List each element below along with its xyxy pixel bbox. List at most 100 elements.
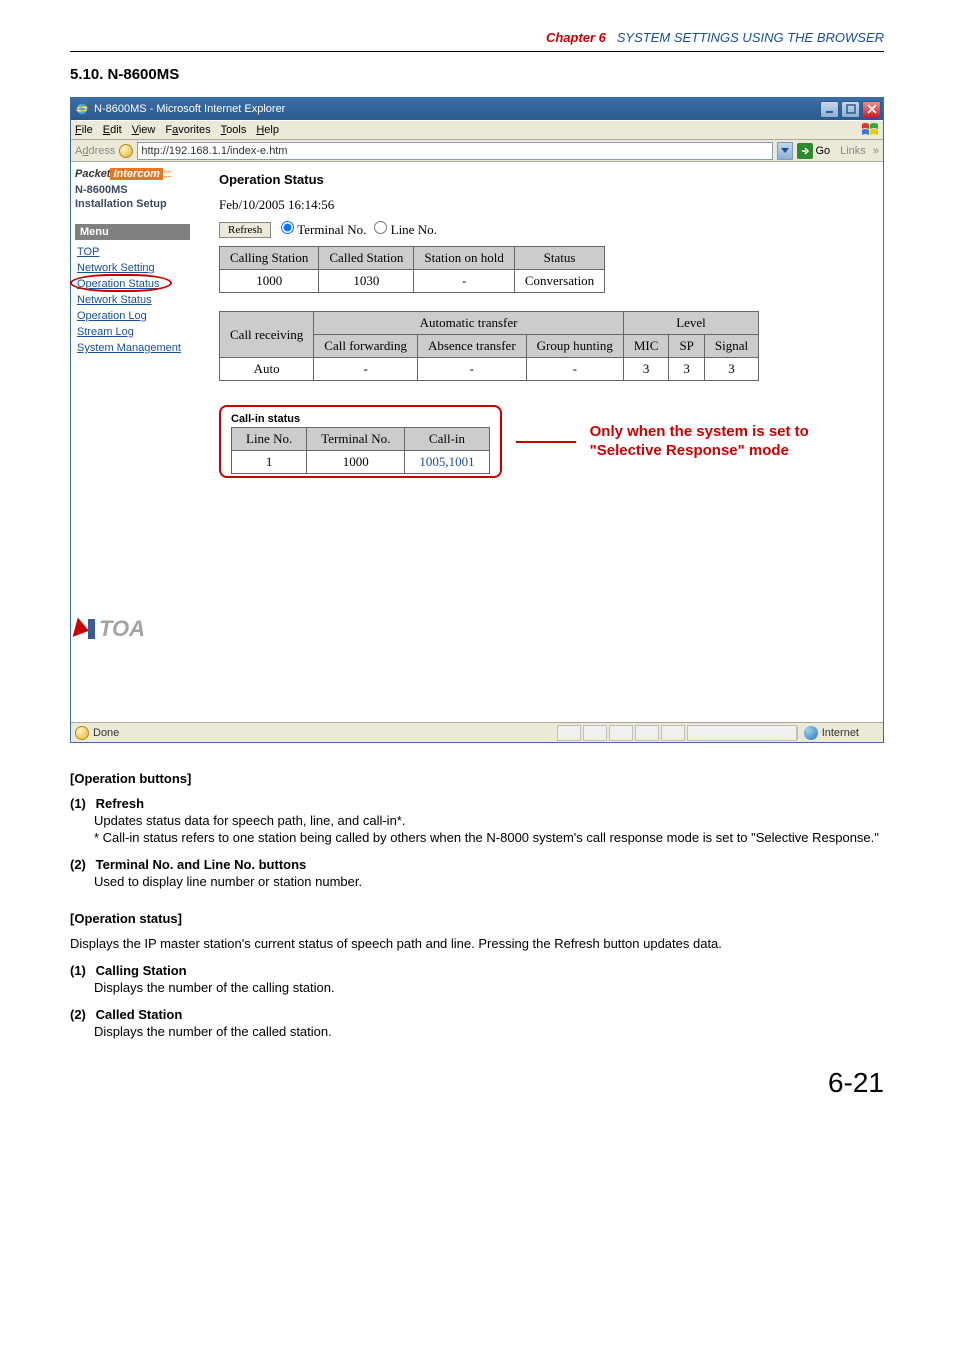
close-button[interactable] (862, 101, 881, 118)
menu-tools[interactable]: Tools (221, 124, 247, 136)
item-title-termline: Terminal No. and Line No. buttons (96, 857, 307, 872)
th-called: Called Station (319, 247, 414, 270)
th-gh: Group hunting (526, 335, 623, 358)
nav-stream-log[interactable]: Stream Log (75, 324, 199, 340)
links-label[interactable]: Links (840, 145, 866, 157)
go-label: Go (815, 145, 830, 157)
content-pane: Operation Status Feb/10/2005 16:14:56 Re… (203, 162, 883, 722)
item-text-calling: Displays the number of the calling stati… (94, 980, 884, 995)
item-num: (1) (70, 796, 92, 811)
brand-intercom: Intercom (110, 168, 162, 180)
nav-network-setting[interactable]: Network Setting (75, 260, 199, 276)
refresh-button[interactable]: Refresh (219, 222, 271, 238)
menu-file[interactable]: File (75, 124, 93, 136)
callin-title: Call-in status (231, 413, 490, 425)
internet-zone-label: Internet (822, 727, 859, 739)
url-text: http://192.168.1.1/index-e.htm (141, 145, 287, 157)
th-termno: Terminal No. (307, 428, 405, 451)
terminal-no-radio[interactable]: Terminal No. (281, 221, 366, 238)
annotation-text: Only when the system is set to "Selectiv… (590, 423, 809, 461)
item-num: (2) (70, 857, 92, 872)
th-status: Status (514, 247, 604, 270)
internet-zone-icon (804, 726, 818, 740)
sidebar: PacketIntercom:::: N-8600MS Installation… (71, 162, 203, 722)
item-star-note: * Call-in status refers to one station b… (94, 830, 884, 845)
section-name: N-8600MS (108, 66, 180, 83)
td-lineno: 1 (232, 451, 307, 474)
td-sig: 3 (704, 358, 758, 381)
menu-heading: Menu (75, 224, 190, 240)
annotation-connector (516, 441, 576, 443)
nav-network-status[interactable]: Network Status (75, 292, 199, 308)
status-cell (661, 725, 685, 741)
line-no-radio[interactable]: Line No. (374, 221, 436, 238)
brand-packet: Packet (75, 168, 110, 180)
item-title-called: Called Station (96, 1007, 183, 1022)
section-number: 5.10. (70, 66, 103, 83)
page-number: 6-21 (70, 1067, 884, 1099)
divider (70, 51, 884, 52)
td-mic: 3 (623, 358, 669, 381)
item-num: (2) (70, 1007, 92, 1022)
toa-mark-icon (75, 619, 97, 639)
url-input[interactable]: http://192.168.1.1/index-e.htm (137, 142, 773, 160)
item-text-termline: Used to display line number or station n… (94, 874, 884, 889)
td-hold: - (414, 270, 514, 293)
minimize-button[interactable] (820, 101, 839, 118)
address-label: Address (75, 145, 115, 157)
th-hold: Station on hold (414, 247, 514, 270)
th-sig: Signal (704, 335, 758, 358)
th-mic: MIC (623, 335, 669, 358)
chapter-header: Chapter 6 SYSTEM SETTINGS USING THE BROW… (70, 30, 884, 45)
nav-system-management[interactable]: System Management (75, 340, 199, 356)
sidebar-setup: Installation Setup (75, 198, 199, 210)
nav-top[interactable]: TOP (75, 244, 199, 260)
nav-operation-status[interactable]: Operation Status (75, 276, 199, 292)
status-done: Done (93, 727, 119, 739)
statusbar: Done Internet (71, 722, 883, 742)
th-level: Level (623, 312, 758, 335)
td-cf: - (314, 358, 418, 381)
th-callin: Call-in (405, 428, 489, 451)
page-heading: Operation Status (219, 172, 867, 187)
chevron-down-icon (781, 147, 789, 155)
window-title: N-8600MS - Microsoft Internet Explorer (94, 103, 285, 115)
heading-op-status: [Operation status] (70, 911, 884, 926)
th-cf: Call forwarding (314, 335, 418, 358)
close-icon (867, 104, 877, 114)
th-sp: SP (669, 335, 704, 358)
url-dropdown-button[interactable] (777, 142, 793, 160)
td-called: 1030 (319, 270, 414, 293)
done-icon (75, 726, 89, 740)
status-cell (583, 725, 607, 741)
toa-text: TOA (99, 616, 145, 642)
status-cell (635, 725, 659, 741)
ie-icon (75, 102, 89, 116)
nav-operation-log[interactable]: Operation Log (75, 308, 199, 324)
heading-op-buttons: [Operation buttons] (70, 771, 884, 786)
td-callin: 1005,1001 (405, 451, 489, 474)
address-bar: Address http://192.168.1.1/index-e.htm G… (71, 140, 883, 162)
td-sp: 3 (669, 358, 704, 381)
go-button[interactable]: Go (797, 143, 830, 159)
status-cell (609, 725, 633, 741)
item-text-refresh: Updates status data for speech path, lin… (94, 813, 884, 828)
maximize-button[interactable] (841, 101, 860, 118)
menu-favorites[interactable]: Favorites (165, 124, 210, 136)
chapter-title: SYSTEM SETTINGS USING THE BROWSER (617, 30, 884, 45)
menu-edit[interactable]: Edit (103, 124, 122, 136)
terminal-radio-input[interactable] (281, 221, 294, 234)
menu-help[interactable]: Help (256, 124, 279, 136)
line-no-label: Line No. (391, 222, 437, 237)
line-radio-input[interactable] (374, 221, 387, 234)
menubar: File Edit View Favorites Tools Help (71, 120, 883, 140)
titlebar: N-8600MS - Microsoft Internet Explorer (71, 98, 883, 120)
callin-box: Call-in status Line No. Terminal No. Cal… (219, 405, 502, 478)
brand-logo: PacketIntercom:::: (75, 168, 199, 180)
menu-view[interactable]: View (132, 124, 156, 136)
td-recv: Auto (220, 358, 314, 381)
annotation-line2: "Selective Response" mode (590, 442, 789, 459)
status-cell (557, 725, 581, 741)
timestamp: Feb/10/2005 16:14:56 (219, 197, 867, 213)
go-arrow-icon (797, 143, 813, 159)
